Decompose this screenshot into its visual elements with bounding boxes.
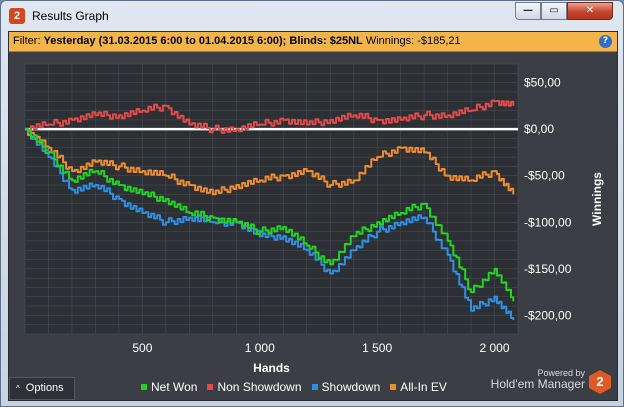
y-tick-label: $0,00 xyxy=(524,122,554,136)
y-tick-label: -$200,00 xyxy=(524,308,572,322)
title-bar[interactable]: 2 Results Graph — ▭ ✕ xyxy=(1,1,623,31)
filter-label: Filter: xyxy=(13,35,41,47)
y-tick-label: -$50,00 xyxy=(524,169,565,183)
legend-label: Non Showdown xyxy=(217,380,302,394)
y-tick-label: $50,00 xyxy=(524,76,561,90)
y-tick-label: -$100,00 xyxy=(524,215,572,229)
legend-swatch xyxy=(141,384,147,390)
x-tick-label: 2 000 xyxy=(480,341,510,355)
legend-swatch xyxy=(390,384,397,390)
filter-blinds-value: $25NL xyxy=(329,35,363,47)
x-axis-label: Hands xyxy=(253,361,290,372)
bottom-bar: ^ Options Net Won Non Showdown Showdown All-… xyxy=(9,368,617,400)
plot-area xyxy=(25,64,518,334)
legend-label: All-In EV xyxy=(400,380,447,394)
legend-item[interactable]: Showdown xyxy=(311,380,381,394)
filter-winnings-value: -$185,21 xyxy=(417,35,461,47)
brand-block: Powered by Hold'em Manager xyxy=(491,368,585,391)
legend-swatch xyxy=(207,384,214,390)
legend-label: Showdown xyxy=(321,380,381,394)
legend-item[interactable]: Net Won xyxy=(141,380,197,394)
close-button[interactable]: ✕ xyxy=(567,2,613,20)
y-axis-label: Winnings xyxy=(590,172,604,226)
x-tick-label: 1 000 xyxy=(245,341,275,355)
options-button[interactable]: ^ Options xyxy=(9,377,75,400)
options-label: Options xyxy=(25,382,64,394)
legend-swatch xyxy=(311,384,318,390)
filter-bar[interactable]: Filter: Yesterday (31.03.2015 6:00 to 01… xyxy=(9,32,617,52)
chevron-up-icon: ^ xyxy=(16,384,20,393)
legend-label: Net Won xyxy=(151,380,198,394)
x-tick-label: 1 500 xyxy=(362,341,392,355)
filter-winnings-label: Winnings: xyxy=(365,35,415,47)
legend-item[interactable]: All-In EV xyxy=(390,380,447,394)
filter-date-range: Yesterday (31.03.2015 6:00 to 01.04.2015… xyxy=(43,35,287,47)
holdem-manager-logo-icon: 2 xyxy=(589,370,611,394)
chart-canvas: $50,00 $0,00 -$50,00 -$100,00 -$150,00 -$200,… xyxy=(24,63,604,372)
help-icon[interactable]: ? xyxy=(599,35,612,48)
filter-blinds-label: Blinds: xyxy=(289,35,327,47)
chart-legend: Net Won Non Showdown Showdown All-In EV xyxy=(141,380,457,394)
y-tick-label: -$150,00 xyxy=(524,262,572,276)
results-chart[interactable]: $50,00 $0,00 -$50,00 -$100,00 -$150,00 -$200,… xyxy=(9,52,617,372)
window-title: Results Graph xyxy=(32,9,109,23)
results-graph-window: 2 Results Graph — ▭ ✕ Filter: Yesterday … xyxy=(0,0,624,407)
legend-item[interactable]: Non Showdown xyxy=(207,380,302,394)
graph-panel: Filter: Yesterday (31.03.2015 6:00 to 01… xyxy=(8,31,618,401)
maximize-button[interactable]: ▭ xyxy=(541,2,567,20)
app-logo-icon: 2 xyxy=(9,8,25,24)
brand-name: Hold'em Manager xyxy=(490,377,585,391)
x-tick-label: 500 xyxy=(132,341,152,355)
minimize-button[interactable]: — xyxy=(515,2,541,20)
